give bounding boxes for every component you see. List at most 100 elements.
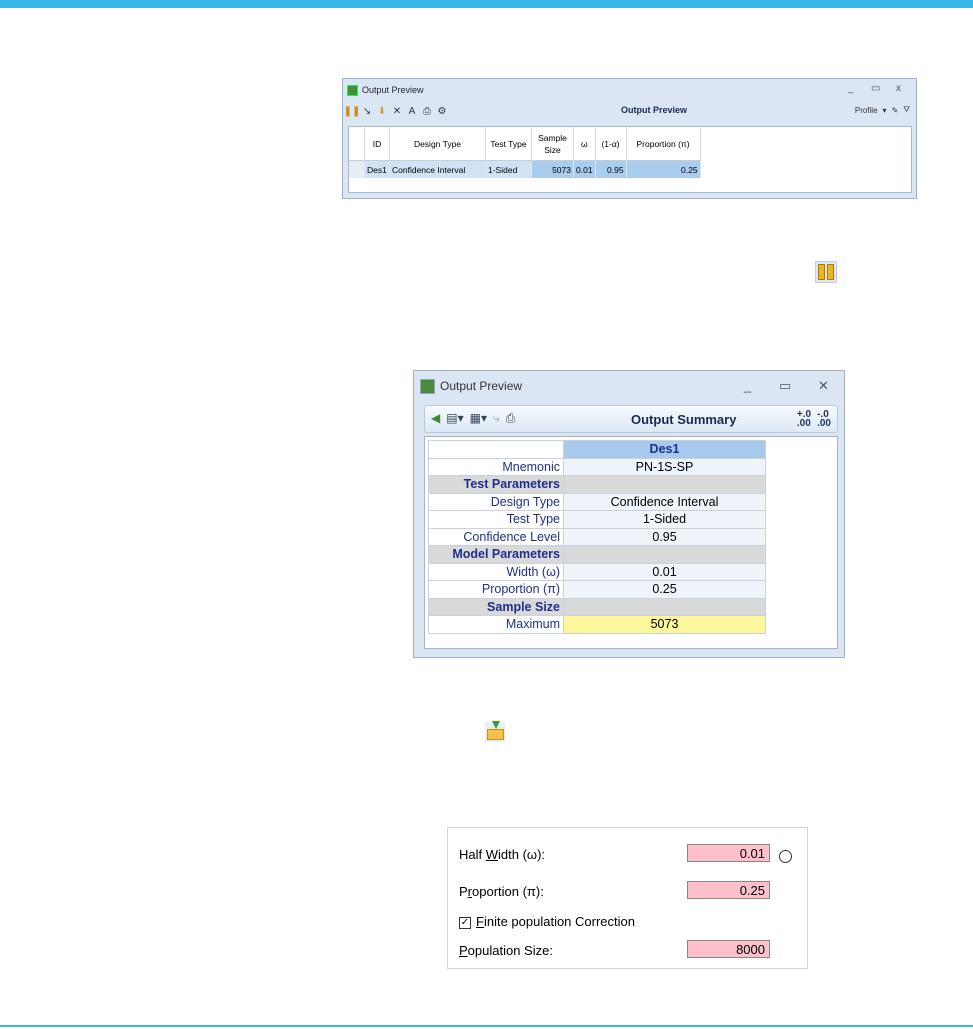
table-row[interactable]: Des1 Confidence Interval 1-Sided 5073 0.… — [349, 160, 701, 178]
column-header[interactable]: Proportion (π) — [626, 127, 701, 161]
column-header[interactable]: Sample Size — [531, 127, 574, 161]
window-title: Output Preview — [362, 85, 424, 95]
output-summary-window: Output Preview _ ▭ ✕ ◀ ▤▾ ▦▾ ⤷ ⎙ Output … — [413, 370, 845, 658]
row-proportion: Proportion (π) 0.25 — [428, 580, 766, 599]
rename-icon[interactable]: A — [406, 105, 418, 117]
title-bar: Output Preview _ ▭ x — [343, 79, 916, 101]
window-title: Output Preview — [440, 379, 523, 393]
delete-icon[interactable]: ✕ — [391, 105, 403, 117]
row-value: PN-1S-SP — [563, 457, 766, 476]
row-value: Confidence Interval — [563, 492, 766, 511]
half-width-field[interactable]: 0.01 — [687, 844, 770, 862]
population-size-field[interactable]: 8000 — [687, 940, 770, 958]
settings-icon[interactable]: ⚙ — [436, 105, 448, 117]
chart-icon[interactable]: ↘ — [361, 105, 373, 117]
cell-sample-size[interactable]: 5073 — [531, 160, 574, 178]
toolbar-title: Output Preview — [621, 105, 688, 115]
row-value: 1-Sided — [563, 510, 766, 529]
header-blank — [428, 440, 564, 459]
chevron-down-icon[interactable]: ▾ — [883, 106, 887, 115]
section-blank — [563, 597, 766, 616]
row-value: 0.95 — [563, 527, 766, 546]
close-button[interactable]: x — [896, 83, 901, 94]
row-header-corner — [349, 127, 365, 161]
close-button[interactable]: ✕ — [818, 378, 829, 394]
row-mnemonic: Mnemonic PN-1S-SP — [428, 457, 766, 476]
column-header[interactable]: Design Type — [389, 127, 486, 161]
output-preview-window: Output Preview _ ▭ x ❚❚ ↘ ⬇ ✕ A ⎙ ⚙ Outp… — [342, 78, 917, 199]
row-label: Proportion (π) — [428, 580, 564, 599]
cell-width[interactable]: 0.01 — [573, 160, 596, 178]
table-icon[interactable]: ▦▾ — [470, 411, 487, 426]
row-test-type: Test Type 1-Sided — [428, 510, 766, 529]
columns-icon — [815, 261, 837, 283]
row-width: Width (ω) 0.01 — [428, 562, 766, 581]
save-icon[interactable]: ⬇ — [376, 105, 388, 117]
summary-table: Des1 Mnemonic PN-1S-SP Test Parameters D… — [428, 440, 766, 634]
column-header[interactable]: ID — [364, 127, 390, 161]
design-column-header: Des1 — [563, 440, 766, 459]
section-label: Sample Size — [428, 597, 564, 616]
section-blank — [563, 475, 766, 494]
row-confidence-level: Confidence Level 0.95 — [428, 527, 766, 546]
bottom-accent-line — [0, 1025, 973, 1027]
half-width-label: Half Width (ω): — [459, 847, 546, 862]
column-header[interactable]: Test Type — [485, 127, 532, 161]
grid-header-row: ID Design Type Test Type Sample Size ω (… — [349, 127, 701, 161]
title-bar: Output Preview _ ▭ ✕ — [414, 371, 844, 401]
edit-icon[interactable]: ✎ — [892, 106, 899, 115]
profile-dropdown[interactable]: Profile — [855, 106, 878, 115]
row-selector[interactable] — [349, 160, 365, 178]
toolbar-title: Output Summary — [631, 412, 737, 427]
summary-toolbar: ◀ ▤▾ ▦▾ ⤷ ⎙ Output Summary +.0.00 -.0.00 — [424, 405, 838, 433]
cell-test-type[interactable]: 1-Sided — [485, 160, 532, 178]
columns-icon[interactable]: ❚❚ — [344, 105, 361, 117]
output-grid: ID Design Type Test Type Sample Size ω (… — [348, 126, 912, 193]
population-size-label: Population Size: — [459, 943, 553, 958]
column-header[interactable]: ω — [573, 127, 596, 161]
app-icon — [420, 378, 435, 394]
header-row: Des1 — [428, 440, 766, 459]
minimize-button[interactable]: _ — [848, 83, 854, 94]
link-icon[interactable]: ⤷ — [493, 411, 500, 426]
proportion-field[interactable]: 0.25 — [687, 881, 770, 899]
section-label: Test Parameters — [428, 475, 564, 494]
row-label: Mnemonic — [428, 457, 564, 476]
row-label: Width (ω) — [428, 562, 564, 581]
column-header[interactable]: (1-α) — [595, 127, 627, 161]
increase-decimal-icon[interactable]: +.0.00 — [797, 410, 811, 429]
chart-icon[interactable]: ▤▾ — [446, 411, 463, 426]
row-label: Design Type — [428, 492, 564, 511]
cell-id[interactable]: Des1 — [364, 160, 390, 178]
back-icon[interactable]: ◀ — [431, 411, 440, 426]
maximize-button[interactable]: ▭ — [779, 378, 791, 394]
fpc-checkbox[interactable]: ✓ — [459, 917, 471, 929]
save-to-library-icon — [485, 721, 505, 742]
row-label: Maximum — [428, 615, 564, 634]
row-design-type: Design Type Confidence Interval — [428, 492, 766, 511]
print-icon[interactable]: ⎙ — [506, 411, 516, 426]
maximize-button[interactable]: ▭ — [871, 83, 880, 94]
proportion-label: Proportion (π): — [459, 884, 544, 899]
cell-proportion[interactable]: 0.25 — [626, 160, 701, 178]
filter-icon[interactable]: ⛛ — [903, 105, 910, 115]
row-value: 0.01 — [563, 562, 766, 581]
app-icon — [347, 84, 358, 96]
toolbar: ❚❚ ↘ ⬇ ✕ A ⎙ ⚙ Output Preview Profile ▾ … — [343, 101, 916, 121]
decrease-decimal-icon[interactable]: -.0.00 — [817, 410, 831, 429]
section-blank — [563, 545, 766, 564]
row-label: Test Type — [428, 510, 564, 529]
summary-content: Des1 Mnemonic PN-1S-SP Test Parameters D… — [424, 436, 838, 649]
section-test-parameters: Test Parameters — [428, 475, 766, 494]
cell-design-type[interactable]: Confidence Interval — [389, 160, 486, 178]
input-panel: Half Width (ω): 0.01 Proportion (π): 0.2… — [447, 827, 808, 969]
section-sample-size: Sample Size — [428, 597, 766, 616]
top-accent-bar — [0, 0, 973, 8]
print-icon[interactable]: ⎙ — [421, 105, 433, 117]
cell-confidence[interactable]: 0.95 — [595, 160, 627, 178]
section-model-parameters: Model Parameters — [428, 545, 766, 564]
fpc-label[interactable]: Finite population Correction — [476, 914, 635, 929]
minimize-button[interactable]: _ — [744, 378, 751, 393]
half-width-radio[interactable] — [779, 850, 792, 863]
row-label: Confidence Level — [428, 527, 564, 546]
